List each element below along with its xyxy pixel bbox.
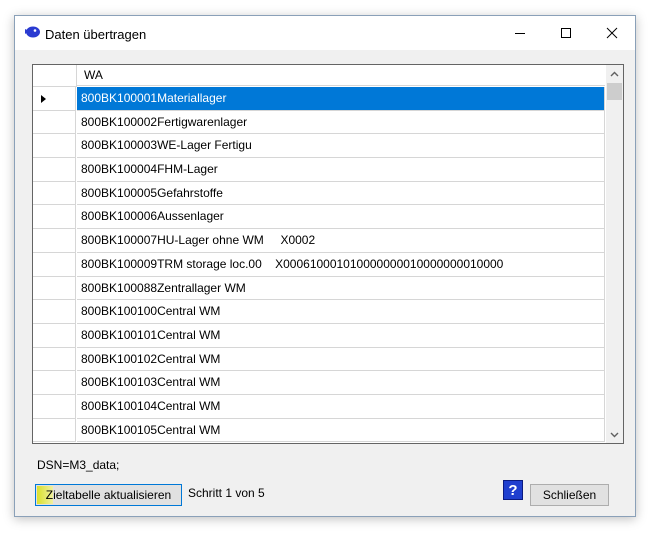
chevron-down-icon bbox=[610, 432, 619, 437]
row-header[interactable] bbox=[33, 323, 76, 348]
close-dialog-button[interactable]: Schließen bbox=[530, 484, 609, 506]
row-header[interactable] bbox=[33, 158, 76, 182]
row-header[interactable] bbox=[33, 110, 76, 135]
data-grid[interactable]: WA 800BK100001Materiallager 800BK100002Fe… bbox=[32, 64, 624, 444]
close-button[interactable] bbox=[589, 16, 635, 50]
grid-cell[interactable]: 800BK100100Central WM bbox=[77, 300, 605, 324]
close-icon bbox=[606, 27, 618, 39]
minimize-icon bbox=[515, 33, 525, 34]
row-header[interactable] bbox=[33, 87, 76, 111]
grid-corner[interactable] bbox=[33, 65, 77, 87]
row-header[interactable] bbox=[33, 181, 76, 206]
dsn-label: DSN=M3_data; bbox=[37, 458, 120, 472]
grid-cell[interactable]: 800BK100102Central WM bbox=[77, 347, 605, 372]
chevron-up-icon bbox=[610, 71, 619, 76]
table-row[interactable]: 800BK100007HU-Lager ohne WM X0002 bbox=[33, 229, 605, 253]
scroll-down-button[interactable] bbox=[606, 426, 623, 443]
app-icon bbox=[25, 26, 40, 38]
table-row[interactable]: 800BK100001Materiallager bbox=[33, 87, 605, 111]
maximize-icon bbox=[561, 28, 571, 38]
row-header[interactable] bbox=[33, 229, 76, 253]
row-header[interactable] bbox=[33, 394, 76, 419]
table-row[interactable]: 800BK100088Zentrallager WM bbox=[33, 276, 605, 301]
table-row[interactable]: 800BK100006Aussenlager bbox=[33, 205, 605, 230]
scroll-up-button[interactable] bbox=[606, 65, 623, 82]
table-row[interactable]: 800BK100009TRM storage loc.00 X000610001… bbox=[33, 252, 605, 277]
table-row[interactable]: 800BK100102Central WM bbox=[33, 347, 605, 372]
table-row[interactable]: 800BK100003WE-Lager Fertigu bbox=[33, 134, 605, 159]
title-bar: Daten übertragen bbox=[15, 16, 635, 50]
step-indicator: Schritt 1 von 5 bbox=[188, 486, 265, 500]
dialog-window: Daten übertragen WA 800BK100001Materiall… bbox=[14, 15, 636, 517]
grid-cell[interactable]: 800BK100005Gefahrstoffe bbox=[77, 181, 605, 206]
table-row[interactable]: 800BK100100Central WM bbox=[33, 300, 605, 324]
grid-header-row: WA bbox=[33, 65, 605, 87]
table-row[interactable]: 800BK100103Central WM bbox=[33, 371, 605, 395]
row-header[interactable] bbox=[33, 252, 76, 277]
table-row[interactable]: 800BK100002Fertigwarenlager bbox=[33, 110, 605, 135]
row-header[interactable] bbox=[33, 418, 76, 443]
help-icon[interactable]: ? bbox=[503, 480, 523, 500]
current-row-arrow-icon bbox=[41, 95, 46, 103]
table-row[interactable]: 800BK100101Central WM bbox=[33, 323, 605, 348]
update-target-table-button[interactable]: Zieltabelle aktualisieren bbox=[35, 484, 182, 506]
grid-cell[interactable]: 800BK100007HU-Lager ohne WM X0002 bbox=[77, 229, 605, 253]
column-header-wa[interactable]: WA bbox=[77, 65, 605, 86]
grid-cell[interactable]: 800BK100105Central WM bbox=[77, 418, 605, 443]
row-header[interactable] bbox=[33, 205, 76, 230]
window-title: Daten übertragen bbox=[45, 27, 147, 42]
grid-cell[interactable]: 800BK100001Materiallager bbox=[77, 87, 605, 111]
grid-rows: 800BK100001Materiallager 800BK100002Ferti… bbox=[33, 87, 605, 443]
grid-cell[interactable]: 800BK100009TRM storage loc.00 X000610001… bbox=[77, 252, 605, 277]
row-header[interactable] bbox=[33, 300, 76, 324]
row-header[interactable] bbox=[33, 276, 76, 301]
grid-cell[interactable]: 800BK100088Zentrallager WM bbox=[77, 276, 605, 301]
minimize-button[interactable] bbox=[497, 16, 543, 50]
grid-cell[interactable]: 800BK100003WE-Lager Fertigu bbox=[77, 134, 605, 159]
scrollbar-thumb[interactable] bbox=[607, 83, 622, 100]
grid-cell[interactable]: 800BK100101Central WM bbox=[77, 323, 605, 348]
row-header[interactable] bbox=[33, 371, 76, 395]
table-row[interactable]: 800BK100105Central WM bbox=[33, 418, 605, 443]
grid-cell[interactable]: 800BK100004FHM-Lager bbox=[77, 158, 605, 182]
row-header[interactable] bbox=[33, 347, 76, 372]
grid-cell[interactable]: 800BK100104Central WM bbox=[77, 394, 605, 419]
row-header[interactable] bbox=[33, 134, 76, 159]
grid-cell[interactable]: 800BK100103Central WM bbox=[77, 371, 605, 395]
table-row[interactable]: 800BK100004FHM-Lager bbox=[33, 158, 605, 182]
update-button-label: Zieltabelle aktualisieren bbox=[45, 488, 172, 502]
grid-cell[interactable]: 800BK100002Fertigwarenlager bbox=[77, 110, 605, 135]
table-row[interactable]: 800BK100005Gefahrstoffe bbox=[33, 181, 605, 206]
maximize-button[interactable] bbox=[543, 16, 589, 50]
vertical-scrollbar[interactable] bbox=[606, 65, 623, 443]
grid-cell[interactable]: 800BK100006Aussenlager bbox=[77, 205, 605, 230]
table-row[interactable]: 800BK100104Central WM bbox=[33, 394, 605, 419]
